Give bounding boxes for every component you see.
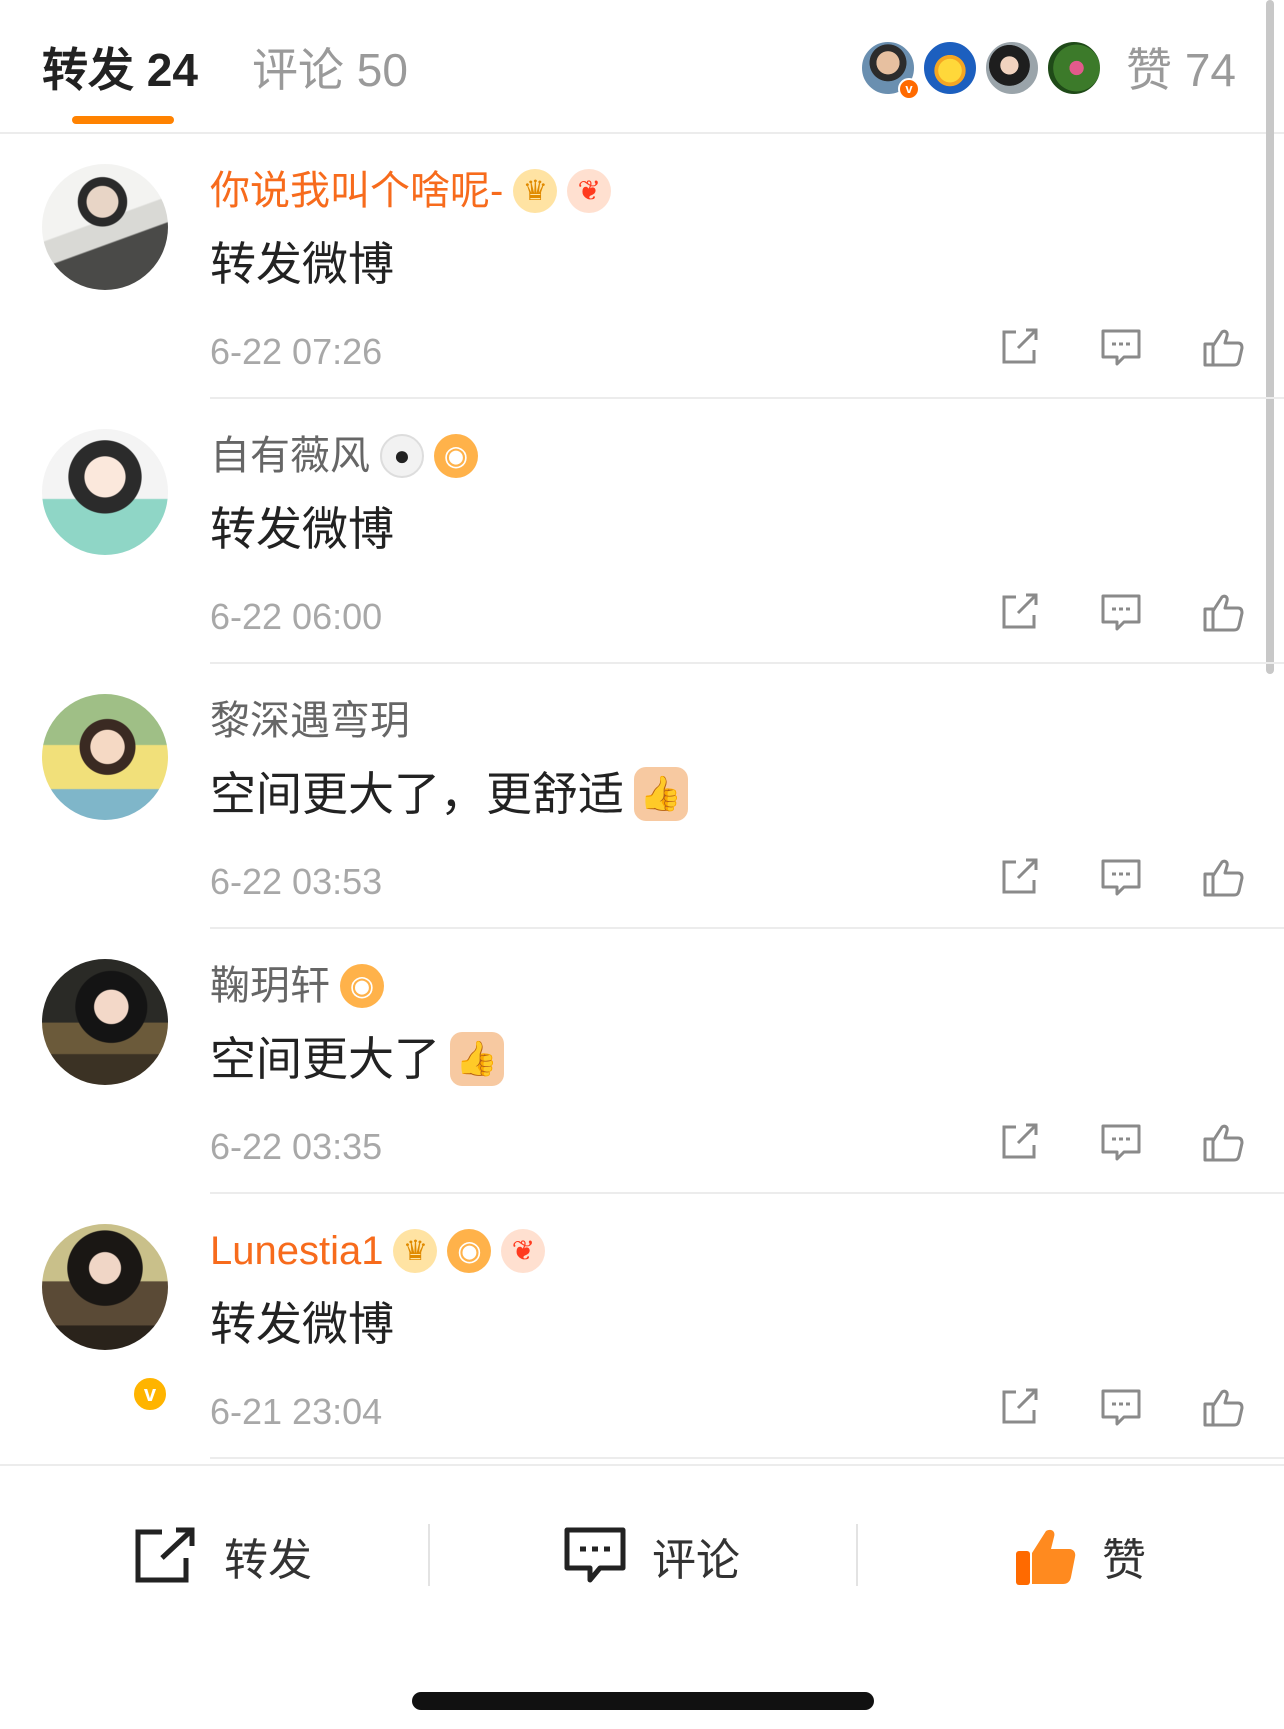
repost-content: 空间更大了 👍: [210, 1029, 504, 1089]
repost-text: 转发微博: [210, 503, 394, 555]
thumbs-up-icon: [1016, 1529, 1076, 1585]
timestamp: 6-22 03:35: [210, 1126, 383, 1167]
puffer-fish-icon: ◉: [434, 434, 478, 478]
repost-text: 空间更大了: [210, 1033, 440, 1085]
koi-fish-icon: ❦: [567, 169, 612, 213]
repost-icon[interactable]: [996, 589, 1042, 635]
verified-badge-icon: v: [898, 78, 920, 100]
koi-fish-icon: ❦: [501, 1229, 546, 1273]
comment-icon[interactable]: [1098, 1119, 1144, 1165]
like-icon[interactable]: [1200, 854, 1246, 900]
comment-button[interactable]: 评论: [562, 1516, 740, 1596]
username[interactable]: 你说我叫个啥呢-: [210, 166, 503, 216]
panda-icon: ●: [380, 434, 424, 478]
divider: [428, 1524, 430, 1586]
like-icon[interactable]: [1200, 1119, 1246, 1165]
repost-button[interactable]: 转发: [132, 1516, 312, 1596]
like-icon[interactable]: [1200, 1384, 1246, 1430]
divider: [210, 1457, 1284, 1459]
item-actions: [996, 324, 1246, 374]
comment-icon: [564, 1527, 626, 1583]
repost-text: 空间更大了，更舒适: [210, 768, 624, 820]
avatar[interactable]: [42, 429, 168, 555]
repost-icon[interactable]: [996, 854, 1042, 900]
username[interactable]: 黎深遇弯玥: [210, 696, 410, 746]
tab-bar: 转发 24 评论 50 v 赞 74: [0, 0, 1284, 134]
weibo-repost-page: 转发 24 评论 50 v 赞 74 你说我叫个啥呢- ♛ ❦ 转发微博 6-2…: [0, 0, 1284, 1729]
crown-icon: ♛: [393, 1229, 438, 1273]
username-row: 你说我叫个啥呢- ♛ ❦: [210, 166, 612, 216]
comment-icon[interactable]: [1098, 589, 1144, 635]
verified-badge-icon: v: [130, 1374, 170, 1414]
repost-icon[interactable]: [996, 1384, 1042, 1430]
avatar[interactable]: [42, 694, 168, 820]
like-icon[interactable]: [1200, 324, 1246, 370]
list-item: v Lunestia1 ♛ ◉ ❦ 转发微博 6-21 23:04: [0, 1194, 1284, 1459]
timestamp: 6-22 07:26: [210, 331, 383, 372]
comment-icon[interactable]: [1098, 324, 1144, 370]
timestamp: 6-21 23:04: [210, 1391, 383, 1432]
list-item: 你说我叫个啥呢- ♛ ❦ 转发微博 6-22 07:26: [0, 134, 1284, 399]
timestamp: 6-22 03:53: [210, 861, 383, 902]
liker-avatar[interactable]: v: [860, 40, 920, 100]
username-row: Lunestia1 ♛ ◉ ❦: [210, 1226, 546, 1276]
like-button-label: 赞: [1102, 1536, 1146, 1585]
timestamp: 6-22 06:00: [210, 596, 383, 637]
comment-icon[interactable]: [1098, 854, 1144, 900]
item-actions: [996, 589, 1246, 639]
list-item: 黎深遇弯玥 空间更大了，更舒适 👍 6-22 03:53: [0, 664, 1284, 929]
repost-content: 转发微博: [210, 234, 394, 294]
item-actions: [996, 854, 1246, 904]
puffer-fish-icon: ◉: [340, 964, 384, 1008]
like-icon[interactable]: [1200, 589, 1246, 635]
repost-content: 转发微博: [210, 1294, 394, 1354]
item-actions: [996, 1119, 1246, 1169]
username-row: 鞠玥轩 ◉: [210, 961, 384, 1011]
crown-icon: ♛: [513, 169, 558, 213]
username[interactable]: Lunestia1: [210, 1226, 383, 1276]
avatar[interactable]: [42, 1224, 168, 1350]
thumbs-up-emoji: 👍: [634, 767, 688, 821]
username-row: 自有薇风 ● ◉: [210, 431, 478, 481]
repost-icon[interactable]: [996, 1119, 1042, 1165]
item-actions: [996, 1384, 1246, 1434]
liker-avatar[interactable]: [984, 40, 1040, 96]
active-tab-indicator: [72, 116, 174, 124]
tab-comments[interactable]: 评论 50: [252, 40, 408, 100]
repost-text: 转发微博: [210, 238, 394, 290]
repost-text: 转发微博: [210, 1298, 394, 1350]
repost-button-label: 转发: [224, 1536, 312, 1585]
username[interactable]: 鞠玥轩: [210, 961, 330, 1011]
avatar[interactable]: [42, 164, 168, 290]
username-row: 黎深遇弯玥: [210, 696, 410, 746]
repost-icon[interactable]: [996, 324, 1042, 370]
liker-avatar[interactable]: [1046, 40, 1102, 96]
divider: [856, 1524, 858, 1586]
list-item: 鞠玥轩 ◉ 空间更大了 👍 6-22 03:35: [0, 929, 1284, 1194]
tab-likes[interactable]: 赞 74: [1126, 40, 1236, 100]
home-indicator[interactable]: [412, 1692, 874, 1710]
repost-content: 空间更大了，更舒适 👍: [210, 764, 688, 824]
puffer-fish-icon: ◉: [447, 1229, 492, 1273]
repost-content: 转发微博: [210, 499, 394, 559]
repost-list: 你说我叫个啥呢- ♛ ❦ 转发微博 6-22 07:26 自有薇风 ● ◉ 转发…: [0, 134, 1284, 1459]
avatar[interactable]: [42, 959, 168, 1085]
bottom-action-bar: 转发 评论 赞: [0, 1464, 1284, 1729]
username[interactable]: 自有薇风: [210, 431, 370, 481]
like-button[interactable]: 赞: [1012, 1516, 1146, 1596]
comment-button-label: 评论: [652, 1536, 740, 1585]
liker-avatar[interactable]: [922, 40, 978, 96]
repost-icon: [135, 1527, 195, 1583]
thumbs-up-emoji: 👍: [450, 1032, 504, 1086]
tab-reposts[interactable]: 转发 24: [42, 40, 198, 100]
list-item: 自有薇风 ● ◉ 转发微博 6-22 06:00: [0, 399, 1284, 664]
comment-icon[interactable]: [1098, 1384, 1144, 1430]
